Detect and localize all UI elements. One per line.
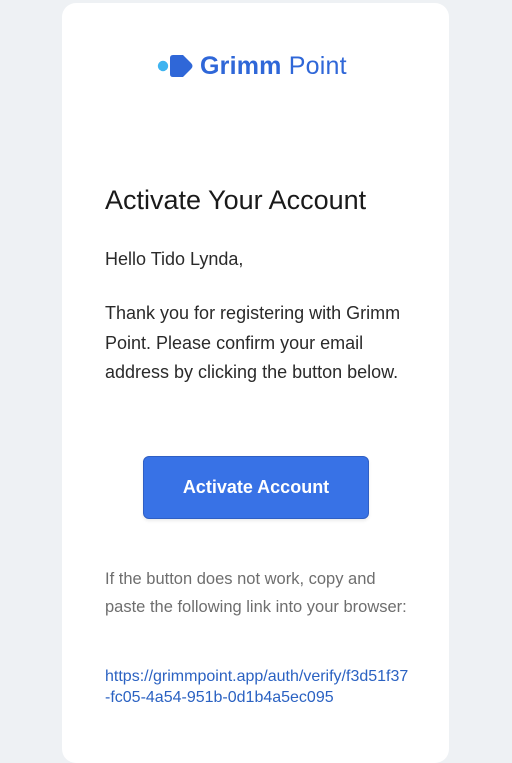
- brand-name-light: Point: [288, 51, 347, 80]
- email-title: Activate Your Account: [105, 185, 367, 215]
- grimm-point-logo-icon: [157, 55, 193, 77]
- verification-link[interactable]: https://grimmpoint.app/auth/verify/f3d51…: [105, 666, 410, 708]
- body-text: Thank you for registering with Grimm Poi…: [105, 303, 401, 382]
- brand-logo: Grimm Point: [157, 46, 347, 86]
- email-card: Grimm Point Activate Your Account Hello …: [62, 3, 449, 763]
- activate-account-button[interactable]: Activate Account: [143, 456, 369, 519]
- fallback-instructions: If the button does not work, copy and pa…: [105, 570, 407, 616]
- greeting-text: Hello Tido Lynda,: [105, 249, 244, 269]
- brand-name: Grimm Point: [200, 52, 347, 81]
- brand-name-bold: Grimm: [200, 51, 282, 80]
